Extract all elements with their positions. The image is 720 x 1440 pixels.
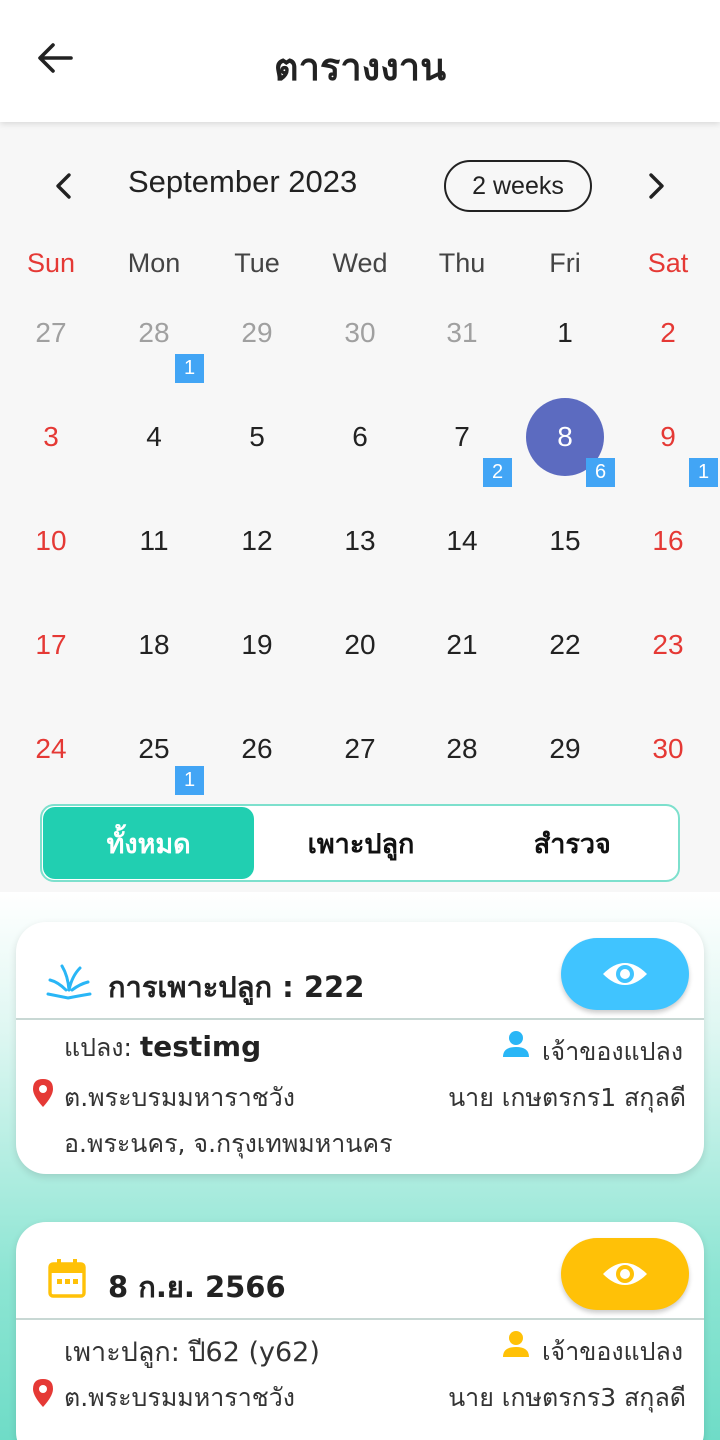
weekday-label: Thu	[438, 248, 486, 278]
chevron-left-icon	[56, 173, 71, 199]
calendar-day[interactable]: 10	[0, 516, 102, 616]
calendar-day[interactable]: 9 1	[617, 412, 719, 512]
event-count-badge: 1	[175, 766, 204, 795]
calendar-day-selected[interactable]: 8 6	[514, 398, 616, 512]
event-count-badge: 1	[175, 354, 204, 383]
calendar-day[interactable]: 11	[103, 516, 205, 616]
calendar-day[interactable]: 3	[0, 412, 102, 512]
owner-label: เจ้าของแปลง	[542, 1337, 684, 1366]
plot-label: แปลง:	[64, 1033, 132, 1062]
calendar-day[interactable]: 15	[514, 516, 616, 616]
weekday-label: Tue	[234, 248, 280, 278]
weekday-label: Fri	[549, 248, 581, 278]
chevron-right-icon	[649, 173, 664, 199]
address-line-2: อ.พระนคร, จ.กรุงเทพมหานคร	[64, 1129, 393, 1158]
calendar-day[interactable]: 18	[103, 620, 205, 720]
person-icon	[503, 1031, 529, 1057]
calendar-day[interactable]: 27	[0, 308, 102, 408]
weekday-header: Sun Mon Tue Wed Thu Fri Sat	[0, 248, 720, 288]
tab-survey[interactable]: สำรวจ	[467, 806, 678, 880]
calendar-format-button[interactable]: 2 weeks	[444, 160, 592, 212]
owner-name: นาย เกษตรกร3 สกุลดี	[448, 1383, 686, 1412]
calendar-day[interactable]: 5	[206, 412, 308, 512]
weekday-label: Mon	[127, 248, 181, 278]
calendar-day[interactable]: 4	[103, 412, 205, 512]
owner-name: นาย เกษตรกร1 สกุลดี	[448, 1083, 686, 1112]
plot-name: testimg	[139, 1030, 262, 1063]
calendar-day[interactable]: 6	[309, 412, 411, 512]
card-divider	[16, 1018, 704, 1020]
app-bar: ตารางงาน	[0, 0, 720, 122]
calendar-day[interactable]: 29	[206, 308, 308, 408]
eye-icon	[603, 963, 647, 985]
location-pin-icon	[33, 1379, 53, 1407]
owner-label: เจ้าของแปลง	[542, 1037, 684, 1066]
tab-all[interactable]: ทั้งหมด	[43, 807, 255, 879]
weekday-label: Sun	[26, 248, 76, 278]
calendar-day[interactable]: 1	[514, 308, 616, 408]
person-icon	[503, 1331, 529, 1357]
calendar-day[interactable]: 30	[309, 308, 411, 408]
calendar-day[interactable]: 17	[0, 620, 102, 720]
calendar-day[interactable]: 7 2	[411, 412, 513, 512]
calendar-day[interactable]: 23	[617, 620, 719, 720]
calendar-icon	[48, 1259, 86, 1298]
event-list: การเพาะปลูก : 222 แปลง: testimg เจ้าของแ…	[0, 892, 720, 1440]
event-count-badge: 1	[689, 458, 718, 487]
view-button[interactable]	[561, 938, 689, 1010]
calendar-day[interactable]: 19	[206, 620, 308, 720]
calendar-day[interactable]: 21	[411, 620, 513, 720]
location-pin-icon	[33, 1079, 53, 1107]
calendar-day[interactable]: 12	[206, 516, 308, 616]
schedule-card[interactable]: 8 ก.ย. 2566 เพาะปลูก: ปี62 (y62) เจ้าของ…	[16, 1222, 704, 1440]
calendar-day[interactable]: 2	[617, 308, 719, 408]
crop-text: เพาะปลูก: ปี62 (y62)	[64, 1337, 320, 1368]
calendar-day[interactable]: 28 1	[103, 308, 205, 408]
calendar-day[interactable]: 14	[411, 516, 513, 616]
previous-month-button[interactable]	[44, 162, 84, 210]
tab-planting[interactable]: เพาะปลูก	[255, 806, 466, 880]
planting-card[interactable]: การเพาะปลูก : 222 แปลง: testimg เจ้าของแ…	[16, 922, 704, 1174]
month-title: September 2023	[128, 164, 358, 199]
plot-row: แปลง: testimg	[64, 1028, 261, 1068]
card-divider	[16, 1318, 704, 1320]
event-count-badge: 2	[483, 458, 512, 487]
view-button[interactable]	[561, 1238, 689, 1310]
address-line-1: ต.พระบรมมหาราชวัง	[64, 1083, 295, 1112]
address-line-1: ต.พระบรมมหาราชวัง	[64, 1383, 295, 1412]
calendar-day[interactable]: 22	[514, 620, 616, 720]
calendar-day[interactable]: 31	[411, 308, 513, 408]
eye-icon	[603, 1263, 647, 1285]
calendar-day[interactable]: 20	[309, 620, 411, 720]
sprout-icon	[46, 964, 92, 1000]
event-count-badge: 6	[586, 458, 615, 487]
calendar-day[interactable]: 16	[617, 516, 719, 616]
page-title: ตารางงาน	[273, 45, 447, 89]
calendar: September 2023 2 weeks Sun Mon Tue Wed T…	[0, 122, 720, 892]
weekday-label: Sat	[647, 248, 689, 278]
calendar-day[interactable]: 13	[309, 516, 411, 616]
weekday-label: Wed	[332, 248, 388, 278]
card-title: 8 ก.ย. 2566	[108, 1270, 286, 1304]
filter-tabs: ทั้งหมด เพาะปลูก สำรวจ	[40, 804, 680, 882]
next-month-button[interactable]	[636, 162, 676, 210]
card-title: การเพาะปลูก : 222	[108, 970, 365, 1004]
